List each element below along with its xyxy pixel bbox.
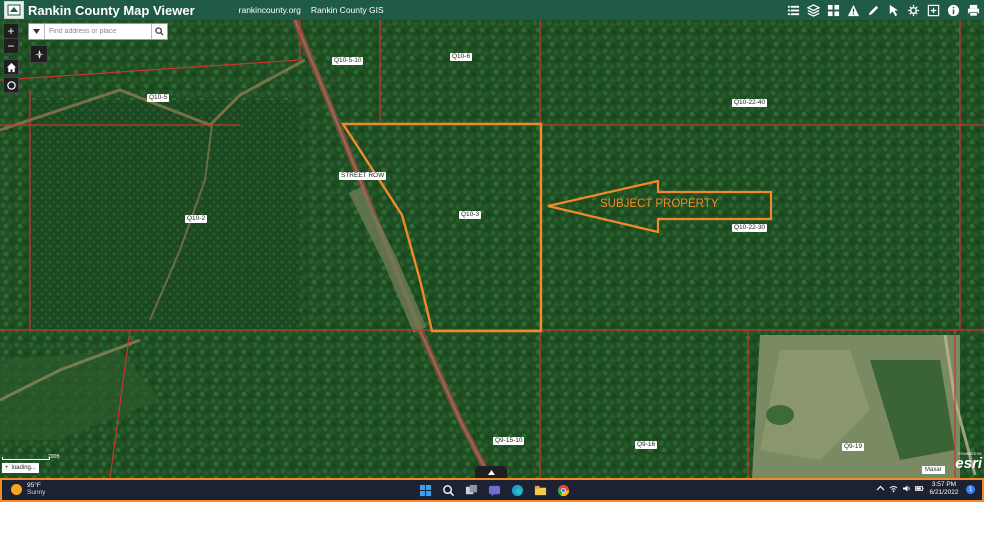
home-button[interactable] bbox=[3, 59, 19, 75]
parcel-label: Q9-15-10 bbox=[493, 437, 525, 445]
subject-property-label: SUBJECT PROPERTY bbox=[600, 198, 719, 210]
print-icon[interactable] bbox=[965, 1, 982, 19]
expand-icon[interactable] bbox=[925, 1, 942, 19]
chevron-up-icon[interactable] bbox=[876, 484, 885, 493]
windows-start-icon[interactable] bbox=[417, 482, 433, 498]
chevron-down-icon bbox=[33, 29, 40, 34]
warning-icon[interactable] bbox=[845, 1, 862, 19]
scale-line bbox=[2, 457, 50, 460]
layers-icon[interactable] bbox=[805, 1, 822, 19]
info-icon[interactable] bbox=[945, 1, 962, 19]
weather-widget[interactable]: 95°F Sunny bbox=[11, 482, 45, 496]
notification-badge[interactable]: 1 bbox=[966, 485, 975, 494]
volume-icon[interactable] bbox=[902, 484, 911, 493]
weather-condition: Sunny bbox=[27, 489, 46, 496]
search-input[interactable] bbox=[45, 24, 151, 39]
aerial-imagery bbox=[0, 20, 984, 478]
zoom-in-button[interactable]: + bbox=[3, 23, 19, 39]
link-rankin-gis[interactable]: Rankin County GIS bbox=[311, 5, 384, 15]
weather-temp: 95°F bbox=[27, 482, 41, 489]
taskbar-clock[interactable]: 3:57 PM 6/21/2022 bbox=[924, 481, 964, 497]
imagery-attribution[interactable]: Maxar bbox=[922, 466, 945, 474]
parcel-label: Q10-5-10 bbox=[332, 57, 364, 65]
esri-logo: POWERED BY esri bbox=[946, 452, 982, 471]
system-tray bbox=[876, 484, 924, 493]
app-window: Rankin County Map Viewer rankincounty.or… bbox=[0, 0, 984, 554]
file-explorer-icon[interactable] bbox=[532, 482, 548, 498]
compass-icon bbox=[34, 49, 44, 59]
parcel-label: Q9-16 bbox=[635, 441, 658, 449]
wifi-icon[interactable] bbox=[889, 484, 898, 493]
loading-text: loading... bbox=[11, 465, 36, 471]
clock-time: 3:57 PM bbox=[931, 481, 957, 488]
search-source-dropdown[interactable] bbox=[29, 24, 45, 39]
chrome-icon[interactable] bbox=[555, 482, 571, 498]
search-bar bbox=[28, 23, 168, 40]
header-bar: Rankin County Map Viewer rankincounty.or… bbox=[0, 0, 984, 20]
link-rankincounty[interactable]: rankincounty.org bbox=[239, 5, 301, 15]
clock-date: 6/21/2022 bbox=[929, 489, 959, 496]
map-view[interactable]: Q10-5-10 Q10-6 Q10-5 Q10-22-40 STREET RO… bbox=[0, 20, 984, 478]
taskbar-apps bbox=[417, 482, 571, 498]
basemap-grid-icon[interactable] bbox=[825, 1, 842, 19]
header-toolbar bbox=[785, 1, 982, 19]
plus-icon: + bbox=[5, 465, 9, 471]
loading-indicator: + loading... bbox=[2, 463, 39, 473]
teams-chat-icon[interactable] bbox=[486, 482, 502, 498]
parcel-label: Q10-3 bbox=[459, 211, 482, 219]
list-icon[interactable] bbox=[785, 1, 802, 19]
chevron-up-icon bbox=[487, 469, 495, 475]
search-icon[interactable] bbox=[440, 482, 456, 498]
compass-button[interactable] bbox=[30, 45, 48, 63]
zoom-out-button[interactable]: − bbox=[3, 38, 19, 54]
bottom-panel-toggle[interactable] bbox=[475, 466, 507, 478]
parcel-label: Q10-22-40 bbox=[732, 99, 768, 107]
parcel-label: Q10-5 bbox=[147, 94, 170, 102]
scale-bar: 200ft bbox=[2, 454, 60, 462]
parcel-label: Q9-19 bbox=[842, 443, 865, 451]
search-icon bbox=[155, 27, 164, 36]
measure-pencil-icon[interactable] bbox=[865, 1, 882, 19]
esri-text: esri bbox=[955, 455, 982, 472]
search-button[interactable] bbox=[151, 24, 167, 39]
parcel-label: STREET ROW bbox=[339, 172, 387, 180]
task-view-icon[interactable] bbox=[463, 482, 479, 498]
edge-icon[interactable] bbox=[509, 482, 525, 498]
windows-taskbar: 95°F Sunny 3:57 PM 6/21/2022 1 bbox=[0, 478, 984, 502]
county-logo bbox=[4, 1, 24, 19]
locate-icon bbox=[6, 80, 16, 90]
weather-text: 95°F Sunny bbox=[27, 482, 45, 496]
scale-text: 200ft bbox=[48, 454, 60, 460]
parcel-label: Q10-2 bbox=[185, 215, 208, 223]
locate-button[interactable] bbox=[3, 77, 19, 93]
tools-icon[interactable] bbox=[905, 1, 922, 19]
sun-icon bbox=[11, 483, 22, 495]
parcel-label: Q10-6 bbox=[450, 53, 473, 61]
home-icon bbox=[6, 62, 16, 72]
select-icon[interactable] bbox=[885, 1, 902, 19]
parcel-label: Q10-22-30 bbox=[732, 224, 768, 232]
page-title: Rankin County Map Viewer bbox=[28, 2, 195, 18]
battery-icon[interactable] bbox=[915, 484, 924, 493]
